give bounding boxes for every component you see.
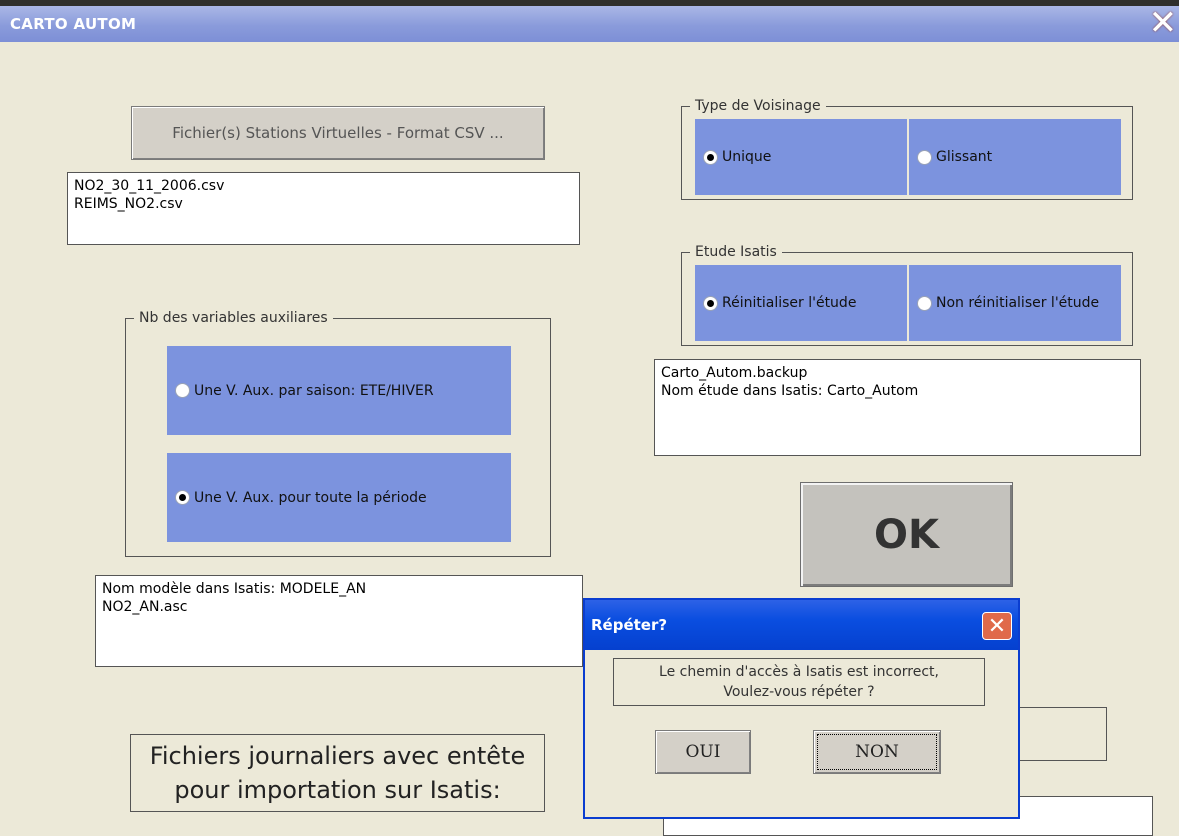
window-title: CARTO AUTOM [10,15,137,33]
radio-unselected-icon[interactable] [175,383,190,398]
dialog-title-bar: Répéter? [585,600,1018,650]
dialog-close-icon[interactable]: ✕ [982,612,1012,640]
etude-isatis-group: Etude Isatis Réinitialiser l'étude Non r… [681,243,1133,346]
model-line: NO2_AN.asc [102,599,188,615]
variables-option-periode[interactable]: Une V. Aux. pour toute la période [167,453,511,542]
backup-info-box[interactable]: Carto_Autom.backup Nom étude dans Isatis… [654,359,1141,456]
backup-line: Nom étude dans Isatis: Carto_Autom [661,383,919,399]
option-label: Glissant [936,149,993,165]
csv-file-list[interactable]: NO2_30_11_2006.csv REIMS_NO2.csv [67,172,580,245]
radio-unselected-icon[interactable] [917,295,932,311]
dialog-message-line: Le chemin d'accès à Isatis est incorrect… [659,664,939,680]
etude-option-reinit[interactable]: Réinitialiser l'étude [695,265,907,341]
non-button[interactable]: NON [813,730,941,774]
file-list-line: NO2_30_11_2006.csv [74,178,225,194]
option-label: Réinitialiser l'étude [722,295,857,311]
repeter-dialog: Répéter? ✕ Le chemin d'accès à Isatis es… [583,598,1020,819]
ok-button[interactable]: OK [800,482,1013,587]
variables-auxiliaires-group: Nb des variables auxiliares Une V. Aux. … [125,309,551,557]
model-line: Nom modèle dans Isatis: MODELE_AN [102,581,367,597]
option-label: Une V. Aux. pour toute la période [194,489,427,506]
file-list-line: REIMS_NO2.csv [74,196,183,212]
radio-selected-icon[interactable] [175,490,190,505]
variables-option-saison[interactable]: Une V. Aux. par saison: ETE/HIVER [167,346,511,435]
journaliers-label-line: pour importation sur Isatis: [174,776,501,804]
oui-button[interactable]: OUI [655,730,751,774]
voisinage-legend: Type de Voisinage [690,97,826,115]
etude-option-non-reinit[interactable]: Non réinitialiser l'étude [909,265,1121,341]
radio-selected-icon[interactable] [703,149,718,165]
voisinage-option-glissant[interactable]: Glissant [909,119,1121,195]
option-label: Non réinitialiser l'étude [936,295,1100,311]
option-label: Une V. Aux. par saison: ETE/HIVER [194,382,434,399]
close-icon[interactable]: ✕ [1147,6,1179,40]
journaliers-label-line: Fichiers journaliers avec entête [149,742,526,770]
backup-line: Carto_Autom.backup [661,365,808,381]
journaliers-label: Fichiers journaliers avec entête pour im… [130,734,545,812]
carto-autom-window: CARTO AUTOM ✕ Fichier(s) Stations Virtue… [0,0,1179,836]
voisinage-group: Type de Voisinage Unique Glissant [681,97,1133,200]
title-bar: CARTO AUTOM ✕ [0,6,1179,42]
radio-unselected-icon[interactable] [917,149,932,165]
voisinage-option-unique[interactable]: Unique [695,119,907,195]
dialog-title: Répéter? [591,616,668,634]
model-info-box[interactable]: Nom modèle dans Isatis: MODELE_AN NO2_AN… [95,575,583,667]
dialog-message-line: Voulez-vous répéter ? [723,684,875,700]
variables-legend: Nb des variables auxiliares [134,309,333,327]
radio-selected-icon[interactable] [703,295,718,311]
select-csv-files-button[interactable]: Fichier(s) Stations Virtuelles - Format … [131,106,545,160]
option-label: Unique [722,149,772,165]
dialog-message: Le chemin d'accès à Isatis est incorrect… [613,658,985,706]
etude-legend: Etude Isatis [690,243,782,261]
